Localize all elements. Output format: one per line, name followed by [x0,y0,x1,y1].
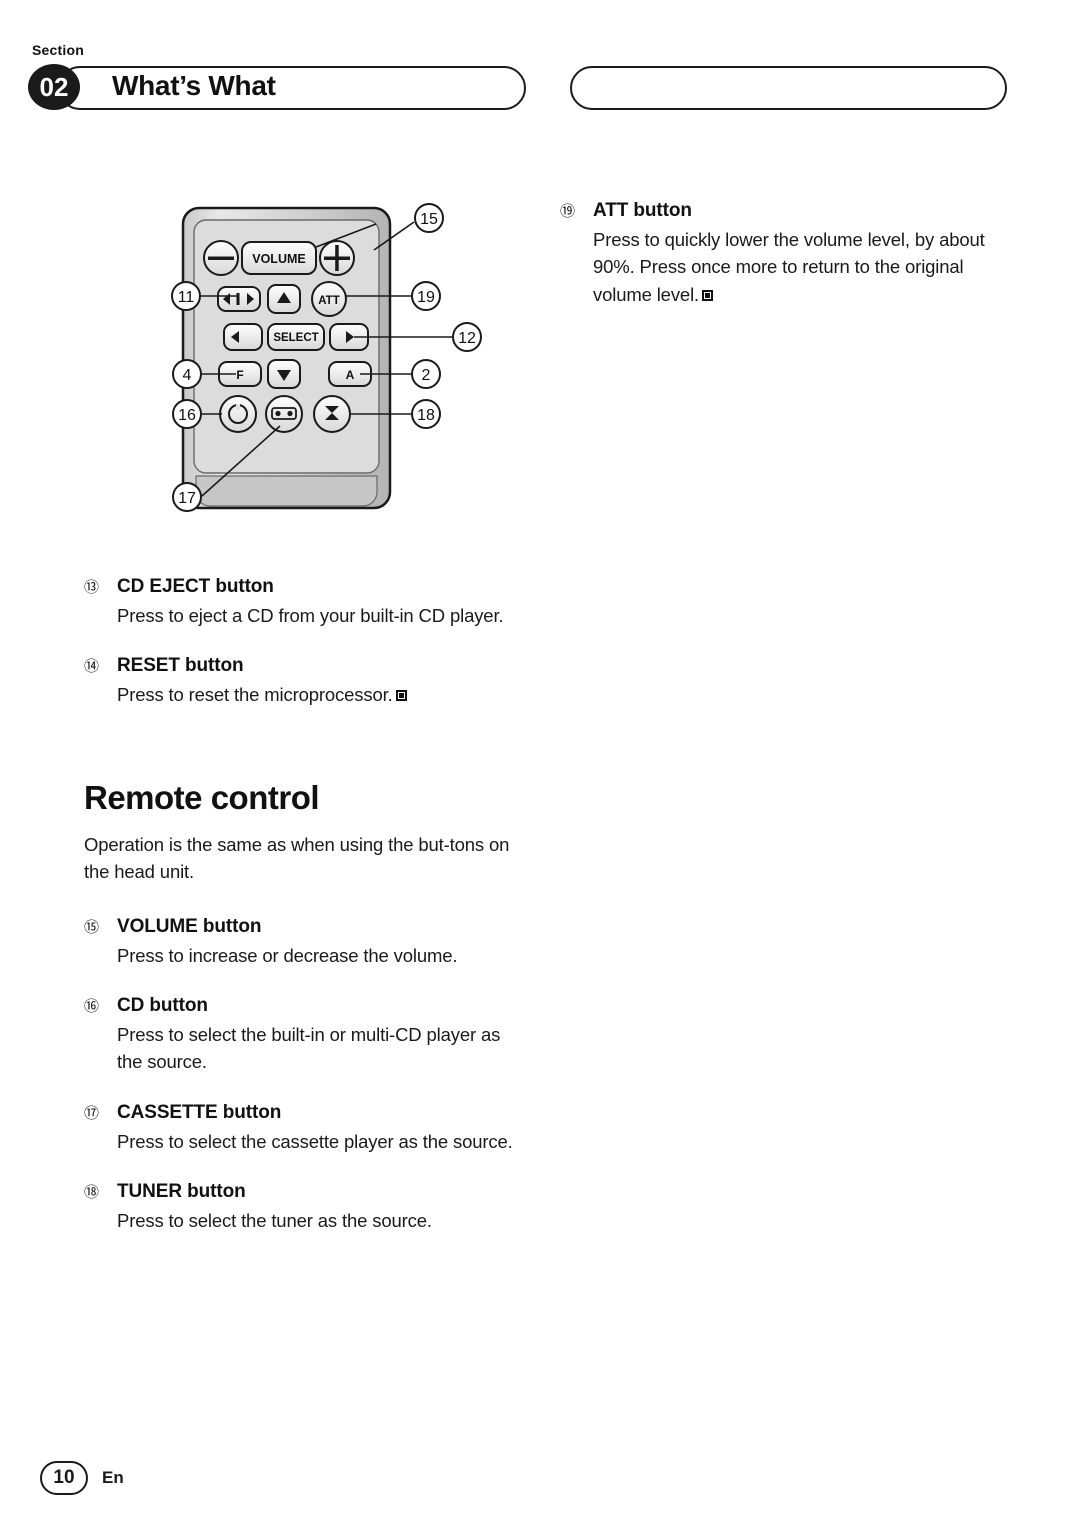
cd-icon-gap [236,404,240,410]
item-att: ⑲ ATT button Press to quickly lower the … [560,200,1010,308]
remote-control-intro: Operation is the same as when using the … [84,833,510,883]
callout-label-18: 18 [417,407,435,424]
item-cassette-head: ⑰ CASSETTE button [84,1102,524,1124]
item-att-body: Press to quickly lower the volume level,… [593,226,1010,308]
item-reset-title: RESET button [117,655,244,677]
item-cassette-title: CASSETTE button [117,1101,282,1123]
page-title: What’s What [112,70,276,101]
item-cassette-body: Press to select the cassette player as t… [117,1130,513,1152]
page-header: Section 02 What’s What [0,0,1080,130]
remote-svg: VOLUME ATT SELECT F A 15 11 19 12 4 2 16… [171,203,482,512]
item-cd-eject-title: CD EJECT button [117,576,274,597]
item-att-head: ⑲ ATT button [560,200,1010,222]
page-footer: 10 En [40,1461,124,1495]
item-tuner-title: TUNER button [117,1181,246,1202]
left-column: VOLUME ATT SELECT F A 15 11 19 12 4 2 16… [84,190,524,1234]
item-tuner-number: ⑱ [84,1184,99,1201]
cd-key[interactable] [219,395,257,433]
item-volume-title: VOLUME button [117,915,262,937]
item-cd-title: CD button [117,994,208,1016]
item-tuner-head: ⑱ TUNER button [84,1181,524,1203]
att-label: ATT [318,295,340,307]
remote-bottom-band [195,475,378,507]
item-cd-body: Press to select the built-in or multi-CD… [117,1023,501,1073]
plus-icon-v [335,245,339,271]
item-cd-number: ⑯ [84,997,99,1015]
item-volume: ⑮ VOLUME button Press to increase or dec… [84,916,524,969]
right-column: ⑲ ATT button Press to quickly lower the … [560,200,1010,308]
end-of-section-square-icon-att [702,289,714,301]
function-label: F [236,368,243,382]
item-cd-eject-body: Press to eject a CD from your built-in C… [117,605,504,626]
callout-label-2: 2 [422,367,431,384]
callout-label-17: 17 [178,490,196,507]
minus-icon [208,256,234,260]
item-cd-head: ⑯ CD button [84,995,524,1017]
item-cassette-number: ⑰ [84,1104,99,1122]
item-cd: ⑯ CD button Press to select the built-in… [84,995,524,1076]
item-volume-number: ⑮ [84,918,99,936]
item-cd-eject-number: ⑬ [84,579,99,596]
audio-label: A [346,368,355,382]
header-pill-right [570,66,1007,110]
item-cassette: ⑰ CASSETTE button Press to select the ca… [84,1102,524,1155]
section-label: Section [32,42,84,58]
item-reset: ⑭ RESET button Press to reset the microp… [84,655,524,708]
remote-control-heading: Remote control [84,778,320,816]
language-code: En [102,1468,124,1487]
callout-label-11: 11 [178,289,195,306]
item-volume-head: ⑮ VOLUME button [84,916,524,938]
item-cd-eject: ⑬ CD EJECT button Press to eject a CD fr… [84,576,524,629]
cassette-reel-right-icon [287,410,293,417]
volume-label: VOLUME [252,252,305,266]
item-reset-body-text: Press to reset the microprocessor. [117,684,393,706]
item-reset-head: ⑭ RESET button [84,655,524,677]
item-tuner-body: Press to select the tuner as the source. [117,1210,432,1231]
cassette-reel-left-icon [275,410,281,417]
callout-label-19: 19 [417,289,435,306]
callout-label-4: 4 [183,367,192,384]
remote-control-illustration: VOLUME ATT SELECT F A 15 11 19 12 4 2 16… [84,190,524,550]
item-att-title: ATT button [593,200,692,221]
item-att-number: ⑲ [560,203,575,220]
item-volume-body: Press to increase or decrease the volume… [117,944,458,966]
item-tuner: ⑱ TUNER button Press to select the tuner… [84,1181,524,1234]
callout-label-12: 12 [458,330,476,347]
item-reset-number: ⑭ [84,658,99,676]
callout-label-15: 15 [420,211,438,228]
end-of-section-square-icon [395,690,407,702]
select-label: SELECT [273,332,318,344]
item-reset-body: Press to reset the microprocessor. [117,681,524,708]
section-number-badge: 02 [28,64,80,110]
item-att-body-text: Press to quickly lower the volume level,… [593,229,985,305]
callout-label-16: 16 [178,407,196,424]
left-key[interactable] [223,323,263,351]
item-cd-eject-head: ⑬ CD EJECT button [84,576,524,598]
page-number: 10 [40,1461,88,1495]
track-bar-icon [236,293,240,305]
